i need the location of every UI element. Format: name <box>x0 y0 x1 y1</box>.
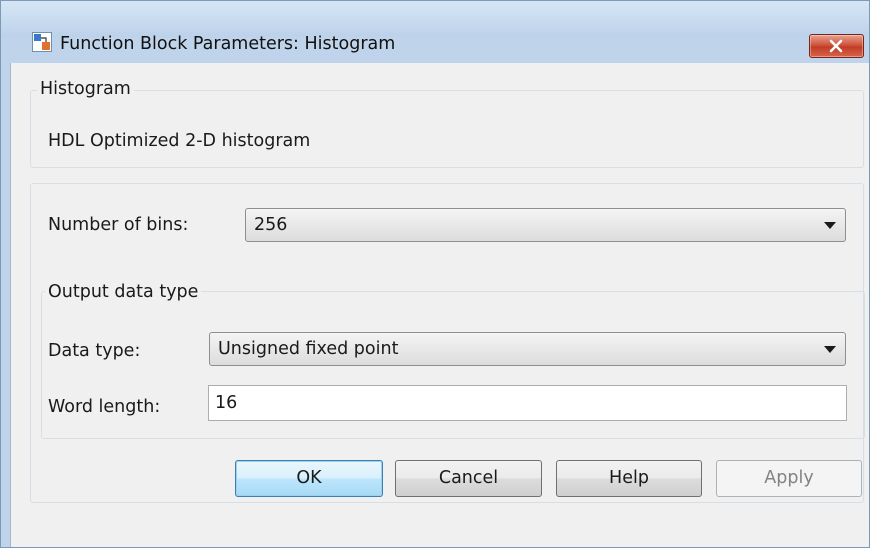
data-type-value: Unsigned fixed point <box>218 339 399 359</box>
word-length-label: Word length: <box>48 397 161 417</box>
number-of-bins-value: 256 <box>254 215 288 235</box>
dialog-body: Histogram HDL Optimized 2-D histogram Nu… <box>10 63 869 547</box>
description-group-label: Histogram <box>37 78 134 100</box>
title-bar[interactable] <box>1 1 869 37</box>
chevron-down-icon <box>824 346 836 353</box>
number-of-bins-dropdown[interactable]: 256 <box>245 208 846 242</box>
word-length-field[interactable]: 16 <box>208 385 847 421</box>
cancel-button[interactable]: Cancel <box>395 460 542 497</box>
ok-button[interactable]: OK <box>235 460 383 497</box>
close-button[interactable] <box>809 34 864 58</box>
output-data-type-group-label: Output data type <box>45 281 202 303</box>
number-of-bins-label: Number of bins: <box>48 215 189 235</box>
window-title: Function Block Parameters: Histogram <box>60 34 396 54</box>
chevron-down-icon <box>824 222 836 229</box>
description-group <box>30 90 864 168</box>
word-length-value: 16 <box>215 393 238 413</box>
help-button[interactable]: Help <box>556 460 702 497</box>
close-icon <box>829 39 843 53</box>
data-type-dropdown[interactable]: Unsigned fixed point <box>209 332 846 366</box>
apply-button: Apply <box>716 460 862 497</box>
description-text: HDL Optimized 2-D histogram <box>48 131 311 151</box>
data-type-label: Data type: <box>48 341 141 361</box>
simulink-block-icon <box>32 32 52 52</box>
dialog-window: Function Block Parameters: Histogram His… <box>0 0 870 548</box>
